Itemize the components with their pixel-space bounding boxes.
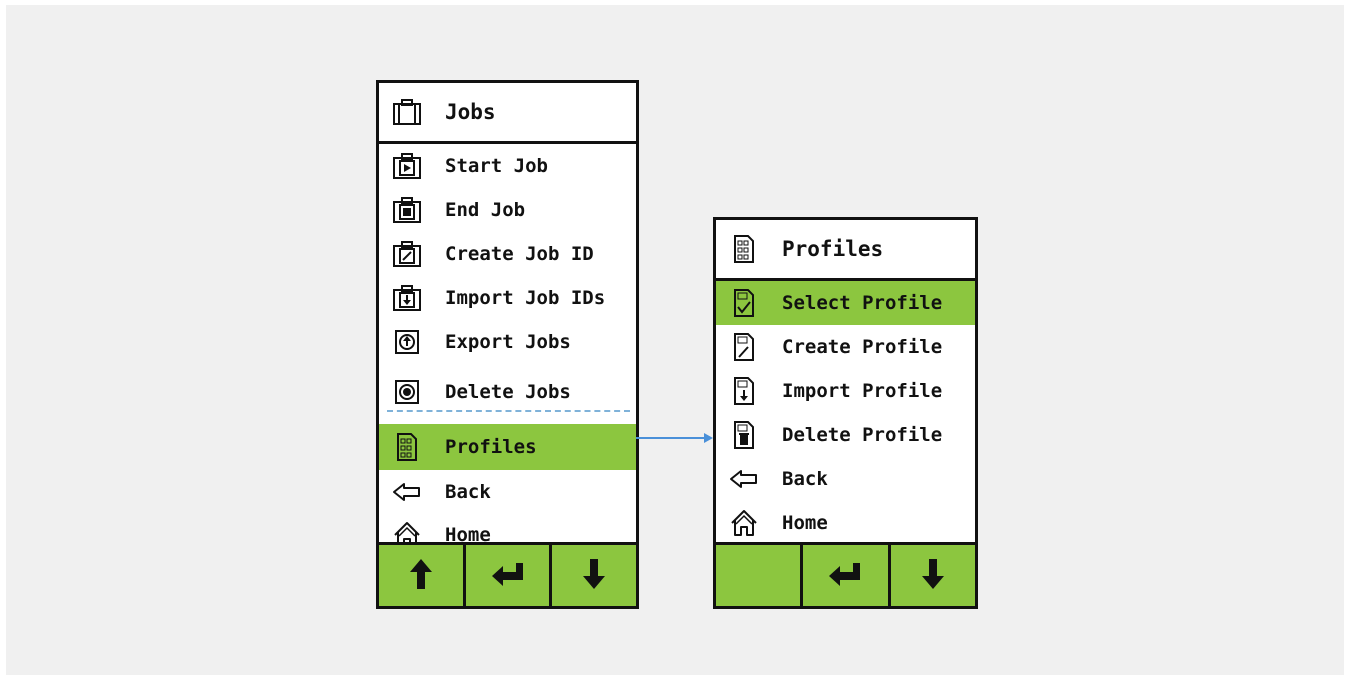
profiles-menu-screen: Profiles Select Profile Create Profile I… <box>713 217 978 609</box>
jobs-menu-header: Jobs <box>379 83 636 144</box>
connector-arrow <box>636 433 713 443</box>
menu-item-label: Import Job IDs <box>445 287 606 309</box>
enter-button[interactable] <box>803 545 891 606</box>
menu-item-end-job[interactable]: End Job <box>379 188 636 232</box>
profile-delete-icon <box>728 419 760 451</box>
down-arrow-icon <box>581 557 607 595</box>
background-panel <box>6 5 1344 675</box>
menu-item-label: Back <box>782 468 828 490</box>
home-icon <box>728 507 760 539</box>
profile-document-icon <box>728 233 760 265</box>
briefcase-edit-icon <box>391 238 423 270</box>
down-button[interactable] <box>552 545 636 606</box>
menu-item-label: Export Jobs <box>445 331 571 353</box>
menu-item-label: Create Job ID <box>445 243 594 265</box>
profiles-menu-list: Select Profile Create Profile Import Pro… <box>716 281 975 545</box>
jobs-menu-title: Jobs <box>445 100 496 124</box>
back-arrow-icon <box>728 463 760 495</box>
profile-import-icon <box>728 375 760 407</box>
menu-item-label: Import Profile <box>782 380 943 402</box>
back-arrow-icon <box>391 476 423 508</box>
export-circle-icon <box>391 326 423 358</box>
menu-item-export-jobs[interactable]: Export Jobs <box>379 320 636 364</box>
briefcase-stop-icon <box>391 194 423 226</box>
enter-button[interactable] <box>466 545 553 606</box>
jobs-menu-list: Start Job End Job Create Job ID Import J… <box>379 144 636 556</box>
delete-circle-icon <box>391 376 423 408</box>
menu-divider <box>387 410 630 412</box>
menu-item-label: Home <box>782 512 828 534</box>
menu-item-delete-profile[interactable]: Delete Profile <box>716 413 975 457</box>
jobs-footer-toolbar <box>379 542 636 606</box>
menu-item-import-job-ids[interactable]: Import Job IDs <box>379 276 636 320</box>
menu-item-create-profile[interactable]: Create Profile <box>716 325 975 369</box>
profiles-footer-toolbar <box>716 542 975 606</box>
menu-item-import-profile[interactable]: Import Profile <box>716 369 975 413</box>
profile-check-icon <box>728 287 760 319</box>
up-arrow-icon <box>408 557 434 595</box>
menu-item-label: Create Profile <box>782 336 943 358</box>
briefcase-import-icon <box>391 282 423 314</box>
blank-button[interactable] <box>716 545 804 606</box>
menu-item-label: Back <box>445 480 491 503</box>
up-button[interactable] <box>379 545 466 606</box>
briefcase-icon <box>391 96 423 128</box>
menu-item-back[interactable]: Back <box>716 457 975 501</box>
menu-item-select-profile[interactable]: Select Profile <box>716 281 975 325</box>
menu-item-label: Delete Jobs <box>445 381 571 403</box>
menu-item-home[interactable]: Home <box>716 501 975 545</box>
menu-item-label: End Job <box>445 199 526 221</box>
profile-document-icon <box>391 431 423 463</box>
profile-edit-icon <box>728 331 760 363</box>
enter-icon <box>827 561 863 591</box>
menu-item-create-job-id[interactable]: Create Job ID <box>379 232 636 276</box>
jobs-menu-screen: Jobs Start Job End Job Create Job ID Imp… <box>376 80 639 609</box>
profiles-menu-title: Profiles <box>782 237 884 261</box>
menu-item-label: Select Profile <box>782 292 943 314</box>
menu-item-profiles[interactable]: Profiles <box>379 424 636 470</box>
briefcase-play-icon <box>391 150 423 182</box>
menu-item-back[interactable]: Back <box>379 470 636 513</box>
menu-item-label: Start Job <box>445 155 548 177</box>
down-button[interactable] <box>891 545 975 606</box>
profiles-menu-header: Profiles <box>716 220 975 281</box>
menu-item-start-job[interactable]: Start Job <box>379 144 636 188</box>
enter-icon <box>490 561 526 591</box>
menu-item-label: Profiles <box>445 436 537 458</box>
menu-item-label: Delete Profile <box>782 424 943 446</box>
down-arrow-icon <box>920 557 946 595</box>
